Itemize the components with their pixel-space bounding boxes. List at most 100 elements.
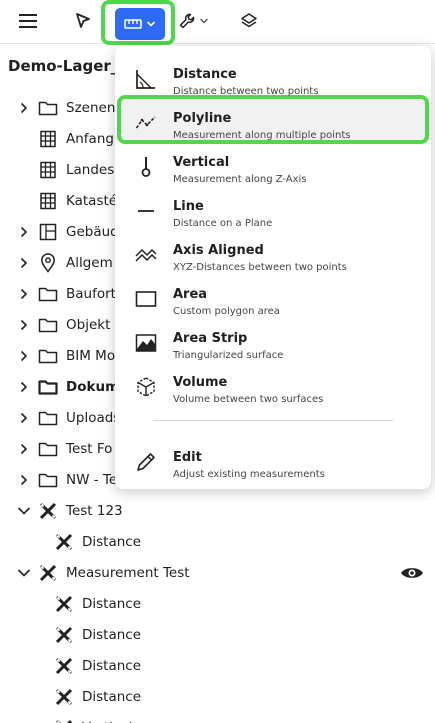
wrench-icon	[179, 13, 194, 29]
chevron-right-icon[interactable]	[17, 287, 31, 301]
tree-item-label: Szenen	[66, 99, 116, 116]
measurement-icon	[54, 625, 74, 645]
menu-item-vertical[interactable]: Vertical Measurement along Z-Axis	[115, 142, 431, 186]
toolbar	[0, 0, 435, 45]
tree-row[interactable]: Measurement Test	[0, 557, 435, 588]
menu-item-subtitle: XYZ-Distances between two points	[173, 262, 347, 273]
tree-item-label: Baufort	[66, 285, 116, 302]
folder-icon	[38, 346, 58, 366]
chevron-right-icon[interactable]	[17, 411, 31, 425]
menu-item-subtitle: Distance between two points	[173, 86, 319, 97]
chevron-right-icon[interactable]	[17, 349, 31, 363]
area-icon	[135, 288, 157, 310]
menu-item-subtitle: Custom polygon area	[173, 306, 280, 317]
menu-button[interactable]	[12, 0, 44, 42]
tools-button[interactable]	[172, 0, 214, 42]
menu-item-axis-aligned[interactable]: Axis Aligned XYZ-Distances between two po…	[115, 230, 431, 274]
layers-icon	[241, 13, 257, 28]
building-icon	[38, 129, 58, 149]
tree-item-label: Distance	[82, 533, 142, 550]
volume-icon	[135, 376, 157, 398]
tree-item-label: Distance	[82, 688, 142, 705]
measurement-icon	[54, 532, 74, 552]
menu-item-edit[interactable]: Edit Adjust existing measurements	[115, 437, 431, 481]
tree-item-label: Anfang	[66, 130, 114, 147]
select-tool-button[interactable]	[66, 0, 100, 42]
tree-item-label: Vertical	[82, 720, 133, 723]
tree-item-label: Katasté	[66, 192, 118, 209]
menu-item-title: Vertical	[173, 155, 230, 170]
menu-item-title: Volume	[173, 375, 228, 390]
menu-item-volume[interactable]: Volume Volume between two surfaces	[115, 362, 431, 406]
tree-item-label: Gebäud	[66, 223, 119, 240]
vertical-icon	[135, 156, 157, 178]
measure-tool-button[interactable]	[115, 8, 165, 40]
chevron-down-icon[interactable]	[17, 566, 31, 580]
folder-icon	[38, 470, 58, 490]
chevron-right-icon[interactable]	[17, 225, 31, 239]
ruler-icon	[124, 19, 142, 29]
building-icon	[38, 191, 58, 211]
folder-open-icon	[38, 377, 58, 397]
pencil-icon	[135, 451, 157, 473]
chevron-right-icon[interactable]	[17, 380, 31, 394]
measurement-icon	[54, 656, 74, 676]
menu-item-title: Area Strip	[173, 331, 248, 346]
chevron-right-icon[interactable]	[17, 442, 31, 456]
chevron-right-icon[interactable]	[17, 101, 31, 115]
area-strip-icon	[135, 332, 157, 354]
location-pin-icon	[38, 252, 58, 273]
menu-item-area-strip[interactable]: Area Strip Triangularized surface	[115, 318, 431, 362]
menu-item-title: Area	[173, 287, 208, 302]
line-icon	[135, 200, 157, 222]
tree-child-row[interactable]: Distance	[0, 526, 435, 557]
chevron-right-icon[interactable]	[17, 318, 31, 332]
layers-button[interactable]	[232, 0, 266, 42]
tree-item-label: Distance	[82, 595, 142, 612]
menu-icon	[19, 14, 37, 28]
menu-item-line[interactable]: Line Distance on a Plane	[115, 186, 431, 230]
tree-child-row[interactable]: Distance	[0, 650, 435, 681]
tree-item-label: Allgem	[66, 254, 113, 271]
measurement-icon	[38, 501, 58, 521]
tree-item-label: Test Fo	[66, 440, 113, 457]
angle-ruler-icon	[135, 68, 157, 90]
menu-item-subtitle: Measurement along multiple points	[173, 130, 351, 141]
chevron-down-icon	[146, 21, 156, 27]
tree-item-label: Measurement Test	[66, 564, 190, 581]
pointer-icon	[76, 13, 90, 28]
tree-item-label: Uploads	[66, 409, 121, 426]
measurement-icon	[54, 687, 74, 707]
menu-item-subtitle: Triangularized surface	[173, 350, 284, 361]
menu-item-title: Edit	[173, 450, 202, 465]
menu-item-title: Axis Aligned	[173, 243, 264, 258]
folder-icon	[38, 284, 58, 304]
tree-child-row[interactable]: Distance	[0, 619, 435, 650]
tree-item-label: Test 123	[66, 502, 123, 519]
eye-icon[interactable]	[400, 563, 424, 583]
chevron-right-icon[interactable]	[17, 473, 31, 487]
measurement-icon	[54, 594, 74, 614]
folder-icon	[38, 315, 58, 335]
tree-item-label: Dokum	[66, 378, 120, 395]
menu-item-distance[interactable]: Distance Distance between two points	[115, 54, 431, 98]
tree-item-label: Distance	[82, 657, 142, 674]
menu-item-title: Polyline	[173, 111, 232, 126]
tree-row[interactable]: Test 123	[0, 495, 435, 526]
tree-child-row[interactable]: Vertical	[0, 712, 435, 723]
polyline-icon	[135, 112, 157, 134]
building-icon	[38, 160, 58, 180]
menu-item-polyline[interactable]: Polyline Measurement along multiple point…	[115, 98, 431, 142]
menu-item-title: Distance	[173, 67, 237, 82]
tree-child-row[interactable]: Distance	[0, 681, 435, 712]
measure-dropdown-menu: Distance Distance between two points Polyl…	[115, 46, 431, 489]
folder-icon	[38, 408, 58, 428]
menu-item-subtitle: Distance on a Plane	[173, 218, 273, 229]
tree-child-row[interactable]: Distance	[0, 588, 435, 619]
chevron-right-icon[interactable]	[17, 256, 31, 270]
menu-item-subtitle: Volume between two surfaces	[173, 394, 324, 405]
chevron-down-icon[interactable]	[17, 504, 31, 518]
project-title: Demo-Lager_u	[8, 57, 129, 75]
measure-tool-highlight	[101, 0, 175, 45]
menu-item-area[interactable]: Area Custom polygon area	[115, 274, 431, 318]
